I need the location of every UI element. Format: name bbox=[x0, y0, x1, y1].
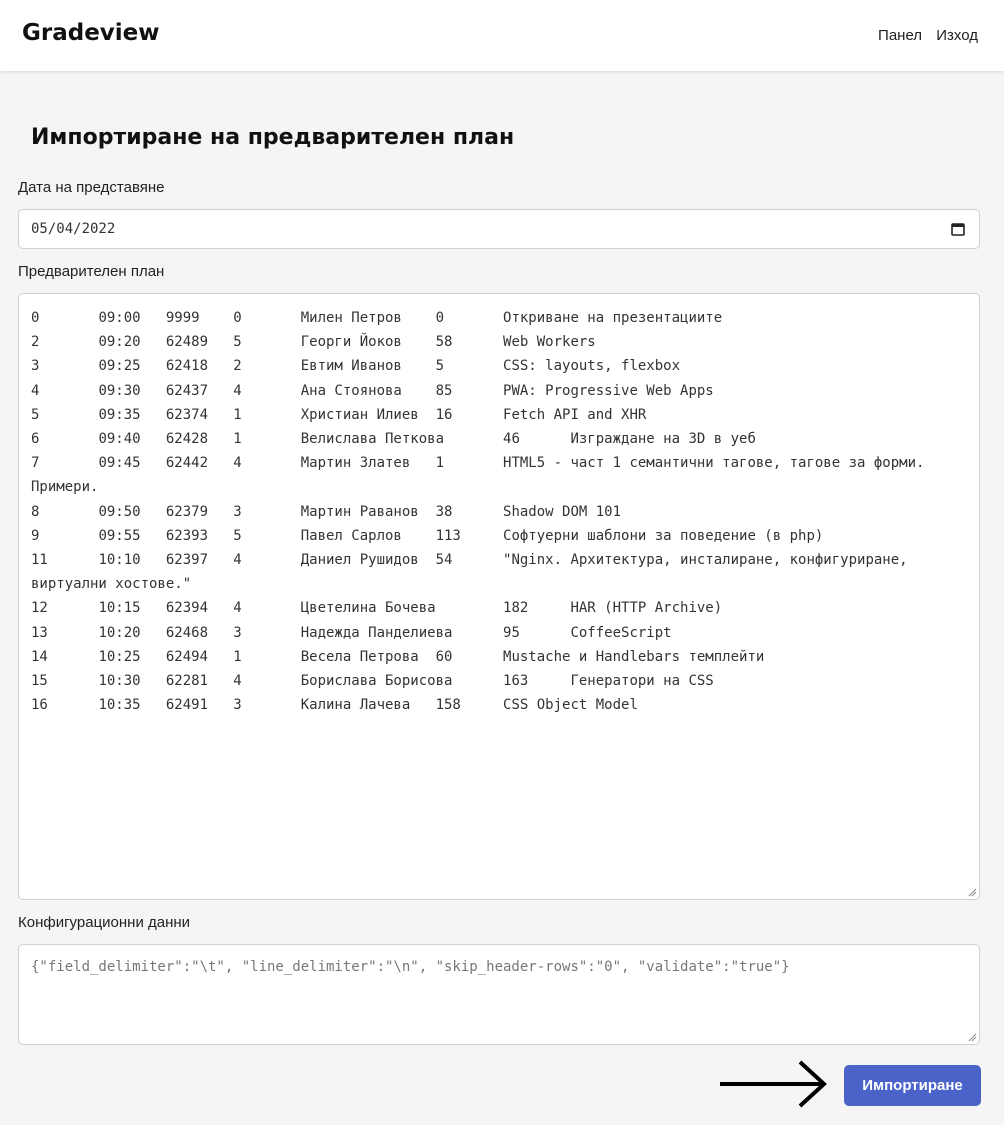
calendar-icon[interactable] bbox=[951, 222, 965, 236]
resize-grip-icon[interactable] bbox=[967, 887, 977, 897]
top-navbar: Gradeview Панел Изход bbox=[0, 0, 1004, 71]
date-input[interactable]: 05/04/2022 bbox=[18, 209, 980, 249]
top-nav: Панел Изход bbox=[868, 27, 978, 44]
config-textarea[interactable]: {"field_delimiter":"\t", "line_delimiter… bbox=[18, 944, 980, 1045]
page-title: Импортиране на предварителен план bbox=[31, 125, 515, 150]
date-value: 05/04/2022 bbox=[31, 221, 116, 237]
arrow-right-icon bbox=[720, 1060, 827, 1108]
config-text: {"field_delimiter":"\t", "line_delimiter… bbox=[31, 959, 790, 975]
resize-grip-icon[interactable] bbox=[967, 1032, 977, 1042]
nav-link-panel[interactable]: Панел bbox=[878, 27, 922, 44]
plan-label: Предварителен план bbox=[18, 263, 165, 280]
plan-textarea[interactable]: 0 09:00 9999 0 Милен Петров 0 Откриване … bbox=[18, 293, 980, 900]
config-label: Конфигурационни данни bbox=[18, 914, 191, 931]
nav-link-logout[interactable]: Изход bbox=[936, 27, 978, 44]
import-button[interactable]: Импортиране bbox=[844, 1065, 981, 1106]
brand-logo[interactable]: Gradeview bbox=[22, 20, 160, 46]
plan-text: 0 09:00 9999 0 Милен Петров 0 Откриване … bbox=[31, 310, 925, 714]
date-label: Дата на представяне bbox=[18, 179, 165, 196]
